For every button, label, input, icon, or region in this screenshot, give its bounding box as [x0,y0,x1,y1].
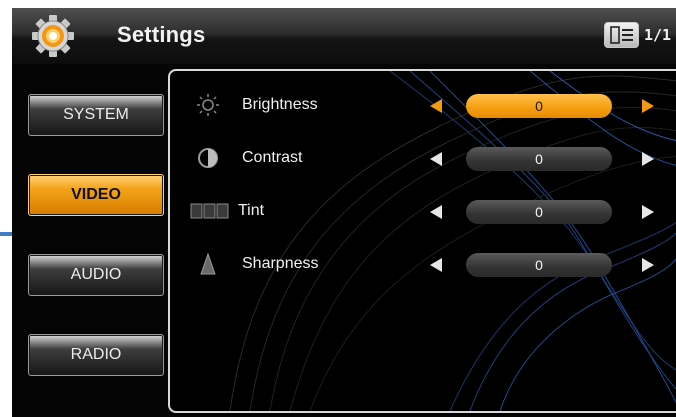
nav-video-button[interactable]: VIDEO [28,174,164,216]
brightness-increase-button[interactable] [642,99,654,113]
video-settings-panel: Brightness 0 Contrast 0 Tint 0 Sharpness… [168,69,676,413]
setting-row-contrast: Contrast 0 [170,140,676,180]
tint-label: Tint [238,202,265,219]
setting-row-tint: Tint 0 [170,193,676,233]
contrast-increase-button[interactable] [642,152,654,166]
brightness-label: Brightness [242,96,318,113]
brightness-decrease-button[interactable] [430,99,442,113]
tint-increase-button[interactable] [642,205,654,219]
contrast-label: Contrast [242,149,303,166]
contrast-decrease-button[interactable] [430,152,442,166]
brightness-value[interactable]: 0 [466,94,612,118]
contrast-icon [198,148,218,168]
sharpness-label: Sharpness [242,255,319,272]
setting-row-sharpness: Sharpness 0 [170,246,676,286]
nav-system-button[interactable]: SYSTEM [28,94,164,136]
page-indicator[interactable]: 1/1 [604,22,676,48]
sharpness-icon [200,252,216,275]
sharpness-decrease-button[interactable] [430,258,442,272]
setting-row-brightness: Brightness 0 [170,87,676,127]
page-title: Settings [117,22,206,47]
nav-audio-button[interactable]: AUDIO [28,254,164,296]
settings-screen: Settings 1/1 SYSTEM VIDEO AUDIO RADIO Br… [12,8,676,417]
page-list-icon[interactable] [604,22,639,48]
page-number: 1/1 [644,26,672,44]
header-bar: Settings 1/1 [12,8,676,64]
tint-value[interactable]: 0 [466,200,612,224]
tint-decrease-button[interactable] [430,205,442,219]
sun-icon [197,94,219,116]
nav-radio-button[interactable]: RADIO [28,334,164,376]
tint-icon [190,203,229,219]
sharpness-increase-button[interactable] [642,258,654,272]
sharpness-value[interactable]: 0 [466,253,612,277]
gear-icon [32,15,74,57]
contrast-value[interactable]: 0 [466,147,612,171]
